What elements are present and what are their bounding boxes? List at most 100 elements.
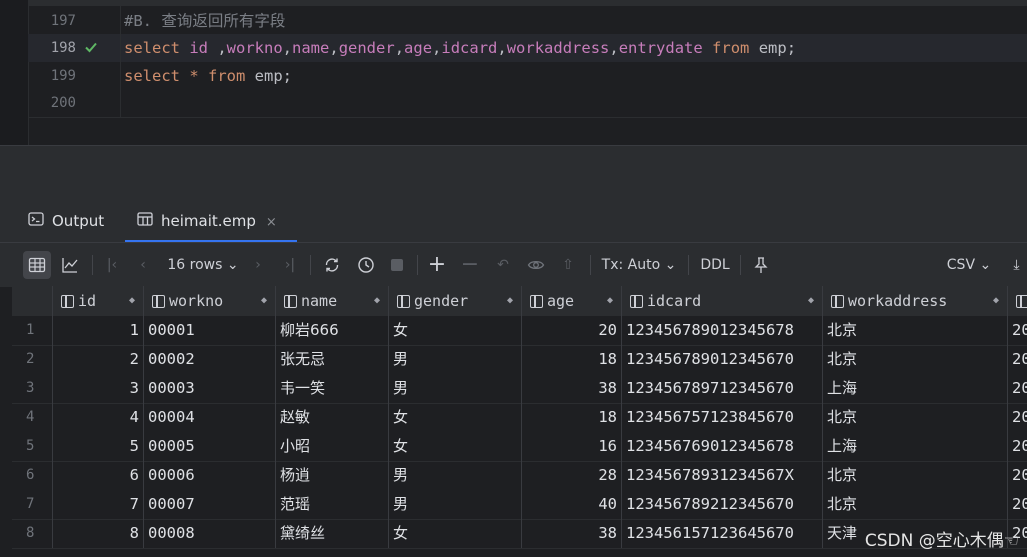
cell-workaddress[interactable]: 北京: [823, 490, 1008, 519]
cell-workno[interactable]: 00004: [144, 403, 276, 432]
table-row[interactable]: 3300003韦一笑男38123456789712345670上海20: [12, 374, 1027, 404]
cell-gender[interactable]: 男: [389, 490, 522, 519]
preview-changes-icon[interactable]: [522, 251, 550, 279]
pin-icon[interactable]: [747, 251, 775, 279]
cell-id[interactable]: 7: [53, 490, 144, 519]
cell-name[interactable]: 张无忌: [276, 345, 389, 374]
export-format-dropdown[interactable]: CSV ⌄: [940, 251, 998, 279]
column-header-workaddress[interactable]: workaddress ◆: [823, 286, 1008, 316]
cell-name[interactable]: 赵敏: [276, 403, 389, 432]
tab-output[interactable]: Output: [28, 200, 104, 242]
ddl-button[interactable]: DDL: [696, 251, 734, 279]
row-number[interactable]: 8: [12, 519, 53, 548]
table-row[interactable]: 6600006杨逍男2812345678931234567X北京20: [12, 461, 1027, 491]
sort-icon[interactable]: ◆: [261, 286, 267, 316]
cell-age[interactable]: 20: [522, 316, 622, 345]
sort-icon[interactable]: ◆: [607, 286, 613, 316]
chart-view-icon[interactable]: [56, 251, 84, 279]
row-number[interactable]: 1: [12, 316, 53, 345]
tab-result-heimait-emp[interactable]: heimait.emp ×: [125, 200, 297, 242]
cell-workno[interactable]: 00005: [144, 432, 276, 461]
cell-id[interactable]: 4: [53, 403, 144, 432]
column-header-entrydate[interactable]: [1008, 286, 1027, 316]
cell-entrydate[interactable]: 20: [1008, 461, 1027, 490]
row-number[interactable]: 7: [12, 490, 53, 519]
column-header-id[interactable]: id ◆: [53, 286, 144, 316]
sort-icon[interactable]: ◆: [993, 286, 999, 316]
cell-id[interactable]: 8: [53, 519, 144, 548]
sort-icon[interactable]: ◆: [374, 286, 380, 316]
cell-workno[interactable]: 00001: [144, 316, 276, 345]
cell-idcard[interactable]: 123456789212345670: [622, 490, 823, 519]
cell-idcard[interactable]: 123456157123645670: [622, 519, 823, 548]
cell-entrydate[interactable]: 20: [1008, 316, 1027, 345]
row-number[interactable]: 6: [12, 461, 53, 490]
code-line[interactable]: 200: [28, 89, 1027, 117]
row-count-dropdown[interactable]: 16 rows ⌄: [162, 251, 244, 279]
row-number[interactable]: 5: [12, 432, 53, 461]
sort-icon[interactable]: ◆: [808, 286, 814, 316]
cell-entrydate[interactable]: 20: [1008, 374, 1027, 403]
table-row[interactable]: 5500005小昭女16123456769012345678上海20: [12, 432, 1027, 462]
cell-id[interactable]: 1: [53, 316, 144, 345]
history-clock-icon[interactable]: [352, 251, 380, 279]
cell-gender[interactable]: 女: [389, 432, 522, 461]
close-icon[interactable]: ×: [266, 215, 277, 230]
table-row[interactable]: 1100001柳岩666女20123456789012345678北京20: [12, 316, 1027, 346]
download-icon[interactable]: ⤓: [1006, 251, 1027, 279]
cell-gender[interactable]: 女: [389, 316, 522, 345]
table-row[interactable]: 7700007范瑶男40123456789212345670北京20: [12, 490, 1027, 520]
first-page-icon[interactable]: |‹: [98, 251, 126, 279]
cell-workno[interactable]: 00003: [144, 374, 276, 403]
transaction-mode-dropdown[interactable]: Tx: Auto ⌄: [598, 251, 680, 279]
code-line[interactable]: 197 #B. 查询返回所有字段: [28, 7, 1027, 35]
cell-idcard[interactable]: 123456769012345678: [622, 432, 823, 461]
cell-name[interactable]: 范瑶: [276, 490, 389, 519]
cell-workno[interactable]: 00006: [144, 461, 276, 490]
cell-gender[interactable]: 男: [389, 345, 522, 374]
next-page-icon[interactable]: ›: [244, 251, 272, 279]
cell-idcard[interactable]: 123456789012345678: [622, 316, 823, 345]
cell-gender[interactable]: 女: [389, 519, 522, 548]
cell-age[interactable]: 38: [522, 374, 622, 403]
previous-page-icon[interactable]: ‹: [129, 251, 157, 279]
cell-name[interactable]: 韦一笑: [276, 374, 389, 403]
cell-entrydate[interactable]: 20: [1008, 490, 1027, 519]
code-line[interactable]: 198 select id ,workno,name,gender,age,idc…: [28, 34, 1027, 62]
cell-name[interactable]: 小昭: [276, 432, 389, 461]
submit-arrow-icon[interactable]: ⇧: [554, 251, 582, 279]
row-number[interactable]: 2: [12, 345, 53, 374]
sort-icon[interactable]: ◆: [507, 286, 513, 316]
cell-age[interactable]: 38: [522, 519, 622, 548]
cell-name[interactable]: 柳岩666: [276, 316, 389, 345]
cell-age[interactable]: 18: [522, 345, 622, 374]
table-row[interactable]: 4400004赵敏女18123456757123845670北京20: [12, 403, 1027, 433]
cell-id[interactable]: 2: [53, 345, 144, 374]
refresh-icon[interactable]: [318, 251, 346, 279]
cell-workno[interactable]: 00002: [144, 345, 276, 374]
column-header-age[interactable]: age ◆: [522, 286, 622, 316]
cell-gender[interactable]: 男: [389, 374, 522, 403]
cell-id[interactable]: 5: [53, 432, 144, 461]
cell-entrydate[interactable]: 20: [1008, 432, 1027, 461]
cell-idcard[interactable]: 12345678931234567X: [622, 461, 823, 490]
last-page-icon[interactable]: ›|: [276, 251, 304, 279]
cell-age[interactable]: 40: [522, 490, 622, 519]
cell-gender[interactable]: 男: [389, 461, 522, 490]
cell-workaddress[interactable]: 上海: [823, 432, 1008, 461]
cell-name[interactable]: 杨逍: [276, 461, 389, 490]
cell-id[interactable]: 6: [53, 461, 144, 490]
cell-workaddress[interactable]: 北京: [823, 461, 1008, 490]
table-row[interactable]: 2200002张无忌男18123456789012345670北京20: [12, 345, 1027, 375]
cell-workaddress[interactable]: 北京: [823, 345, 1008, 374]
add-row-icon[interactable]: +: [423, 251, 451, 279]
cell-workno[interactable]: 00008: [144, 519, 276, 548]
column-header-gender[interactable]: gender ◆: [389, 286, 522, 316]
cell-age[interactable]: 16: [522, 432, 622, 461]
cell-workaddress[interactable]: 北京: [823, 316, 1008, 345]
cell-entrydate[interactable]: 20: [1008, 345, 1027, 374]
stop-icon[interactable]: [383, 251, 411, 279]
cell-workaddress[interactable]: 北京: [823, 403, 1008, 432]
row-number[interactable]: 3: [12, 374, 53, 403]
code-line[interactable]: 199 select * from emp;: [28, 62, 1027, 90]
